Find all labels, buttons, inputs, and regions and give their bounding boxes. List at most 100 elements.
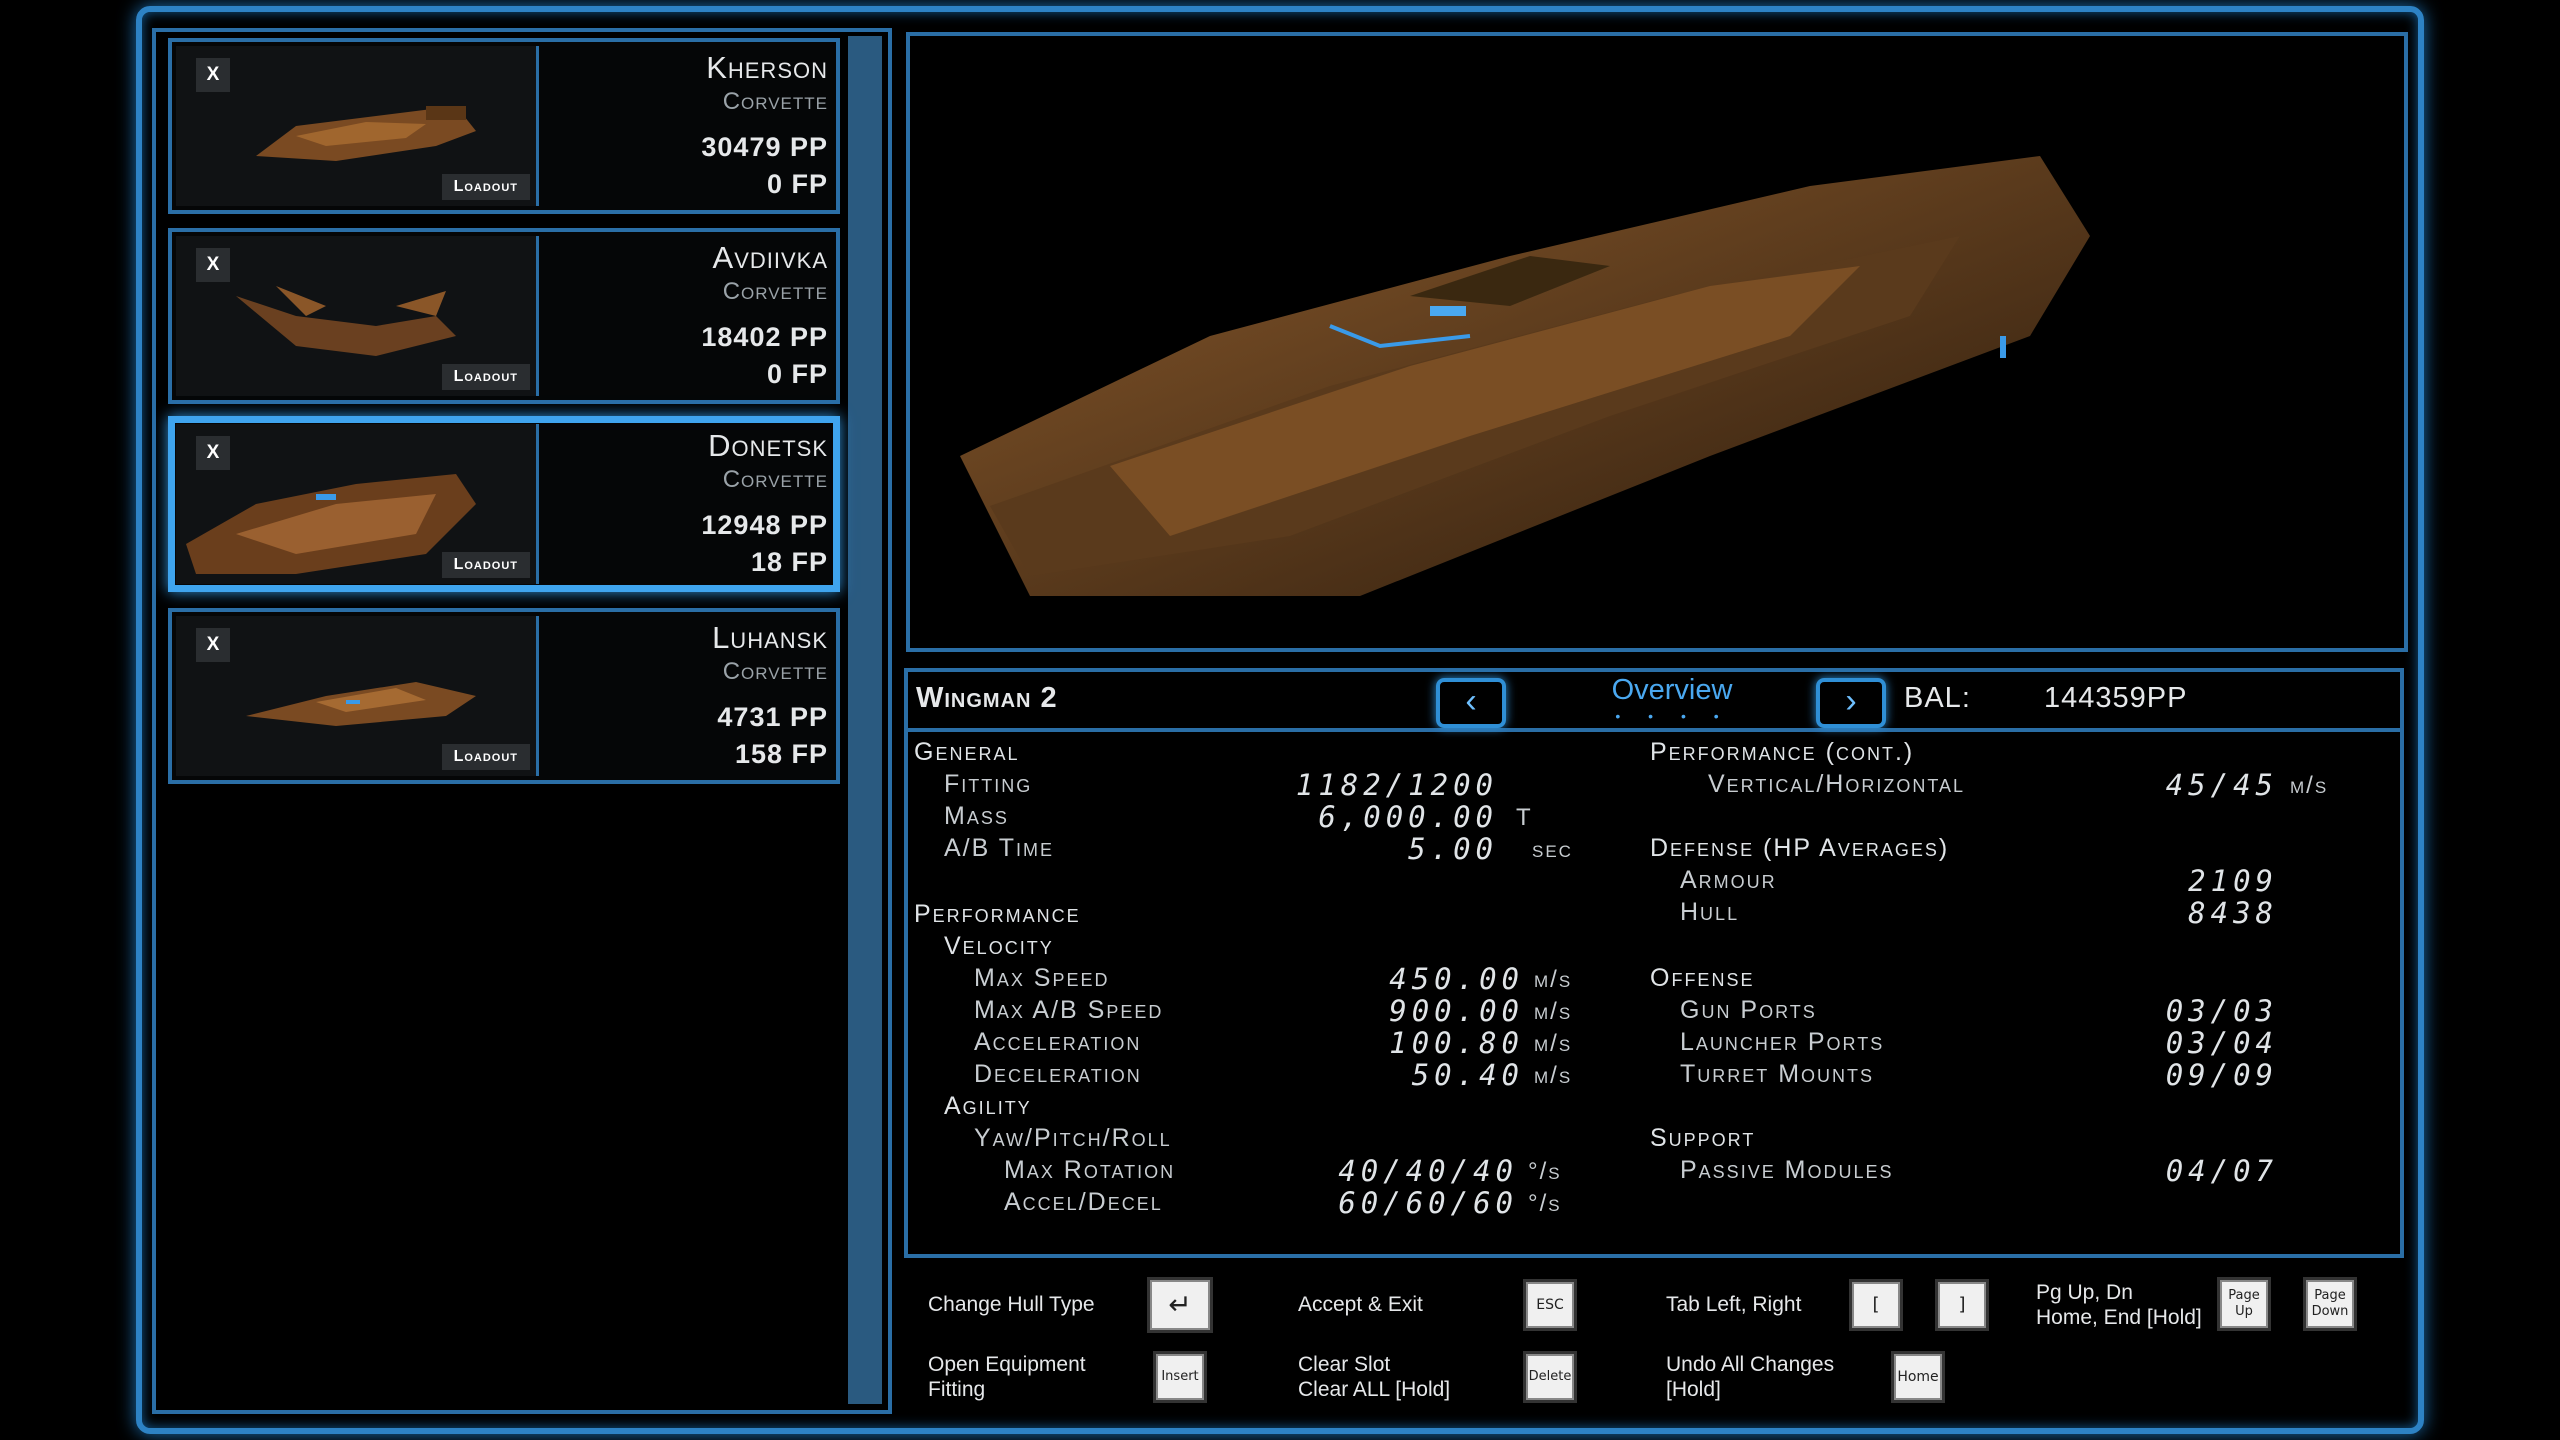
label-fitting: Fitting (944, 770, 1033, 798)
hint-undo-all-line2: [Hold] (1666, 1378, 1721, 1401)
value-armour: 2109 (2188, 864, 2278, 898)
ship-thumbnail: X Loadout (176, 616, 539, 776)
value-max-ab-speed: 900.00 (1389, 994, 1524, 1028)
label-max-speed: Max Speed (974, 964, 1110, 992)
ship-3d-model (960, 156, 2090, 596)
key-page-down[interactable]: Page Down (2306, 1280, 2354, 1328)
ship-fp: 0 FP (766, 359, 828, 389)
section-support: Support (1650, 1124, 1756, 1152)
ship-fp: 18 FP (750, 547, 828, 577)
section-performance: Performance (914, 900, 1081, 928)
ship-class: Corvette (722, 88, 828, 115)
label-accel-decel: Accel/Decel (1004, 1188, 1163, 1216)
key-page-up[interactable]: Page Up (2220, 1280, 2268, 1328)
label-vertical-horizontal: Vertical/Horizontal (1708, 770, 1966, 798)
hint-open-equipment: Open Equipment Fitting (928, 1352, 1086, 1402)
key-delete[interactable]: Delete (1526, 1354, 1574, 1400)
balance-value: 144359PP (2044, 682, 2188, 714)
key-left-bracket[interactable]: [ (1852, 1282, 1900, 1328)
unit-deceleration: m/s (1534, 1062, 1573, 1089)
hint-clear-slot-line2: Clear ALL [Hold] (1298, 1378, 1451, 1401)
ship-class: Corvette (722, 658, 828, 685)
ship-card-avdiivka[interactable]: X Loadout Avdiivka Corvette 18402 PP 0 F… (168, 228, 840, 404)
unit-max-speed: m/s (1534, 966, 1573, 993)
hint-page: Pg Up, Dn Home, End [Hold] (2036, 1280, 2202, 1330)
section-general: General (914, 738, 1020, 766)
label-gun-ports: Gun Ports (1680, 996, 1817, 1024)
value-acceleration: 100.80 (1389, 1026, 1524, 1060)
key-home[interactable]: Home (1894, 1354, 1942, 1400)
value-max-rotation: 40/40/40 (1338, 1154, 1518, 1188)
value-fitting: 1182/1200 (1295, 768, 1498, 802)
unit-mass: T (1516, 804, 1533, 831)
ship-pp: 4731 PP (717, 702, 828, 732)
unit-vertical-horizontal: m/s (2290, 772, 2329, 799)
remove-ship-button[interactable]: X (196, 248, 230, 282)
label-max-ab-speed: Max A/B Speed (974, 996, 1164, 1024)
value-mass: 6,000.00 (1318, 800, 1498, 834)
key-esc[interactable]: ESC (1526, 1282, 1574, 1328)
hint-clear-slot: Clear Slot Clear ALL [Hold] (1298, 1352, 1450, 1402)
loadout-button[interactable]: Loadout (441, 552, 530, 578)
tab-prev-button[interactable]: ‹ (1436, 678, 1506, 728)
label-max-rotation: Max Rotation (1004, 1156, 1176, 1184)
ship-fp: 0 FP (766, 169, 828, 199)
label-passive-modules: Passive Modules (1680, 1156, 1894, 1184)
key-enter[interactable]: ↵ (1150, 1280, 1210, 1330)
ship-pp: 30479 PP (701, 132, 828, 162)
remove-ship-button[interactable]: X (196, 436, 230, 470)
ship-preview-viewport[interactable] (906, 32, 2408, 652)
ship-name: Kherson (706, 50, 828, 85)
label-launcher-ports: Launcher Ports (1680, 1028, 1885, 1056)
label-hull: Hull (1680, 898, 1740, 926)
ship-card-donetsk[interactable]: X Loadout Donetsk Corvette 12948 PP 18 F… (168, 416, 840, 592)
value-hull: 8438 (2188, 896, 2278, 930)
chevron-left-icon: ‹ (1465, 682, 1477, 720)
hint-open-equipment-line2: Fitting (928, 1378, 986, 1401)
unit-accel-decel: °/s (1528, 1190, 1562, 1217)
unit-max-ab-speed: m/s (1534, 998, 1573, 1025)
hint-clear-slot-line1: Clear Slot (1298, 1353, 1391, 1376)
ship-thumbnail: X Loadout (176, 46, 539, 206)
value-passive-modules: 04/07 (2165, 1154, 2278, 1188)
ship-pp: 18402 PP (701, 322, 828, 352)
ship-class: Corvette (722, 466, 828, 493)
chevron-right-icon: › (1845, 682, 1857, 720)
value-turret-mounts: 09/09 (2165, 1058, 2278, 1092)
section-performance-cont: Performance (cont.) (1650, 738, 1915, 766)
stats-header: Wingman 2 ‹ Overview • • • • › BAL: 1443… (908, 672, 2400, 732)
hint-tab-left-right: Tab Left, Right (1666, 1293, 1802, 1316)
value-vertical-horizontal: 45/45 (2165, 768, 2278, 802)
value-gun-ports: 03/03 (2165, 994, 2278, 1028)
ship-list-scrollbar[interactable] (848, 36, 882, 1404)
ship-card-kherson[interactable]: X Loadout Kherson Corvette 30479 PP 0 FP (168, 38, 840, 214)
hint-open-equipment-line1: Open Equipment (928, 1353, 1086, 1376)
wingman-label: Wingman 2 (916, 682, 1058, 714)
unit-max-rotation: °/s (1528, 1158, 1562, 1185)
loadout-button[interactable]: Loadout (441, 174, 530, 200)
key-right-bracket[interactable]: ] (1938, 1282, 1986, 1328)
label-turret-mounts: Turret Mounts (1680, 1060, 1875, 1088)
tab-next-button[interactable]: › (1816, 678, 1886, 728)
ship-name: Luhansk (712, 620, 828, 655)
loadout-button[interactable]: Loadout (441, 364, 530, 390)
label-armour: Armour (1680, 866, 1777, 894)
remove-ship-button[interactable]: X (196, 58, 230, 92)
ship-thumbnail: X Loadout (176, 424, 539, 584)
loadout-button[interactable]: Loadout (441, 744, 530, 770)
enter-icon: ↵ (1168, 1288, 1192, 1321)
ship-fp: 158 FP (734, 739, 828, 769)
label-ab-time: A/B Time (944, 834, 1055, 862)
stats-panel: Wingman 2 ‹ Overview • • • • › BAL: 1443… (904, 668, 2404, 1258)
unit-acceleration: m/s (1534, 1030, 1573, 1057)
label-velocity: Velocity (944, 932, 1054, 960)
tab-overview[interactable]: Overview (1602, 674, 1742, 707)
hint-undo-all-line1: Undo All Changes (1666, 1353, 1835, 1376)
key-insert[interactable]: Insert (1156, 1354, 1204, 1400)
remove-ship-button[interactable]: X (196, 628, 230, 662)
ship-card-luhansk[interactable]: X Loadout Luhansk Corvette 4731 PP 158 F… (168, 608, 840, 784)
ship-pp: 12948 PP (701, 510, 828, 540)
section-defense: Defense (HP Averages) (1650, 834, 1950, 862)
unit-ab-time: sec (1532, 836, 1573, 863)
value-deceleration: 50.40 (1411, 1058, 1524, 1092)
